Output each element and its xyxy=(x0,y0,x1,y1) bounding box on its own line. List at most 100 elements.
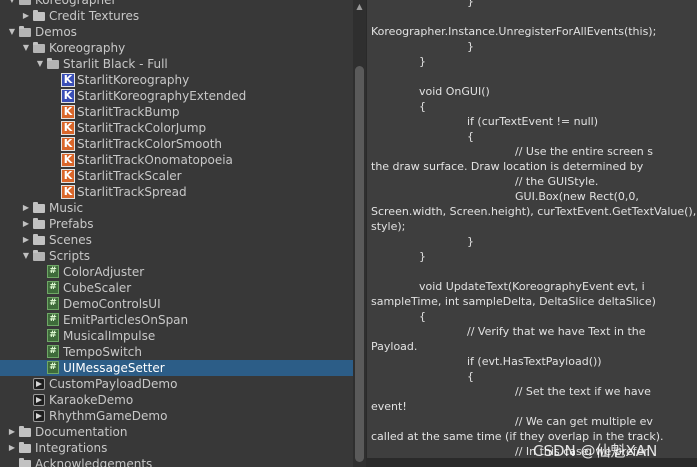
folder-open-icon xyxy=(33,250,45,261)
tree-row[interactable]: # ColorAdjuster xyxy=(0,264,353,280)
tree-item-label: Koreographer xyxy=(35,0,117,7)
tree-row[interactable]: K StarlitTrackOnomatopoeia xyxy=(0,152,353,168)
code-line: { xyxy=(419,310,426,323)
collapse-arrow-right-icon[interactable]: ▶ xyxy=(7,440,17,456)
tree-row[interactable]: # MusicalImpulse xyxy=(0,328,353,344)
tree-row[interactable]: # CubeScaler xyxy=(0,280,353,296)
code-line: // the GUIStyle. xyxy=(515,175,599,188)
tree-row[interactable]: Acknowledgements xyxy=(0,456,353,467)
koreography-track-icon: K xyxy=(61,121,75,135)
koreography-track-icon: K xyxy=(61,137,75,151)
tree-item-label: StarlitTrackOnomatopoeia xyxy=(77,153,233,167)
folder-open-icon xyxy=(33,42,45,53)
expand-arrow-down-icon[interactable]: ▼ xyxy=(7,24,17,40)
tree-item-label: Documentation xyxy=(35,425,128,439)
folder-icon xyxy=(33,234,45,245)
scroll-up-arrow-icon[interactable]: ▲ xyxy=(353,0,366,14)
tree-item-label: StarlitKoreography xyxy=(77,73,190,87)
csharp-script-icon: # xyxy=(47,265,59,278)
code-line: { xyxy=(467,130,474,143)
code-line: Payload. xyxy=(371,340,418,353)
tree-scrollbar-thumb[interactable] xyxy=(355,66,364,462)
tree-row[interactable]: # DemoControlsUI xyxy=(0,296,353,312)
tree-row[interactable]: ▼ Scripts xyxy=(0,248,353,264)
tree-item-label: Acknowledgements xyxy=(35,457,153,467)
collapse-arrow-right-icon[interactable]: ▶ xyxy=(21,232,31,248)
tree-row[interactable]: RhythmGameDemo xyxy=(0,408,353,424)
expand-arrow-down-icon[interactable]: ▼ xyxy=(35,56,45,72)
tree-row[interactable]: ▼ Koreography xyxy=(0,40,353,56)
tree-row[interactable]: ▶ Scenes xyxy=(0,232,353,248)
folder-icon xyxy=(33,10,45,21)
tree-row[interactable]: ▼ Demos xyxy=(0,24,353,40)
tree-row[interactable]: ▶ Credit Textures xyxy=(0,8,353,24)
code-line: sampleTime, int sampleDelta, DeltaSlice … xyxy=(371,295,656,308)
koreography-track-icon: K xyxy=(61,185,75,199)
tree-item-label: StarlitTrackColorJump xyxy=(77,121,207,135)
tree-row[interactable]: # TempoSwitch xyxy=(0,344,353,360)
code-line: event! xyxy=(371,400,407,413)
tree-row[interactable]: K StarlitTrackScaler xyxy=(0,168,353,184)
tree-row[interactable]: K StarlitTrackBump xyxy=(0,104,353,120)
tree-row[interactable]: K StarlitTrackColorJump xyxy=(0,120,353,136)
tree-item-label: RhythmGameDemo xyxy=(49,409,168,423)
collapse-arrow-right-icon[interactable]: ▶ xyxy=(7,424,17,440)
collapse-arrow-right-icon[interactable]: ▶ xyxy=(21,200,31,216)
tree-row[interactable]: K StarlitTrackColorSmooth xyxy=(0,136,353,152)
tree-item-label: TempoSwitch xyxy=(63,345,142,359)
tree-row[interactable]: K StarlitKoreographyExtended xyxy=(0,88,353,104)
watermark: CSDN @仙魁XAN xyxy=(533,442,658,460)
tree-row[interactable]: CustomPayloadDemo xyxy=(0,376,353,392)
tree-row[interactable]: ▼ Koreographer xyxy=(0,0,353,8)
code-line: } xyxy=(467,235,474,248)
code-editor-panel[interactable]: } Koreographer.Instance.UnregisterForAllE… xyxy=(366,0,697,467)
code-line: void UpdateText(KoreographyEvent evt, i xyxy=(419,280,645,293)
code-line: GUI.Box(new Rect(0,0, xyxy=(515,190,639,203)
code-line: if (evt.HasTextPayload()) xyxy=(467,355,602,368)
tree-item-label: Credit Textures xyxy=(49,9,140,23)
csharp-script-icon: # xyxy=(47,313,59,326)
tree-item-label: Koreography xyxy=(49,41,126,55)
tree-row[interactable]: KaraokeDemo xyxy=(0,392,353,408)
folder-icon xyxy=(19,458,31,467)
koreography-track-icon: K xyxy=(61,169,75,183)
tree-item-label: CustomPayloadDemo xyxy=(49,377,178,391)
tree-row[interactable]: ▶ Documentation xyxy=(0,424,353,440)
collapse-arrow-right-icon[interactable]: ▶ xyxy=(21,8,31,24)
code-line: } xyxy=(419,55,426,68)
folder-icon xyxy=(33,202,45,213)
expand-arrow-down-icon[interactable]: ▼ xyxy=(21,248,31,264)
tree-item-label: Music xyxy=(49,201,84,215)
koreography-asset-icon: K xyxy=(61,73,75,87)
tree-row[interactable]: K StarlitKoreography xyxy=(0,72,353,88)
code-line: } xyxy=(467,0,474,8)
tree-row[interactable]: # EmitParticlesOnSpan xyxy=(0,312,353,328)
tree-row[interactable]: # UIMessageSetter xyxy=(0,360,353,376)
code-line: Screen.width, Screen.height), curTextEve… xyxy=(371,205,697,218)
koreography-track-icon: K xyxy=(61,153,75,167)
code-line: void OnGUI() xyxy=(419,85,490,98)
csharp-script-icon: # xyxy=(47,281,59,294)
tree-item-label: UIMessageSetter xyxy=(63,361,165,375)
code-line: { xyxy=(467,370,474,383)
tree-item-label: Demos xyxy=(35,25,77,39)
tree-row[interactable]: ▶ Integrations xyxy=(0,440,353,456)
collapse-arrow-right-icon[interactable]: ▶ xyxy=(21,216,31,232)
code-line: // Use the entire screen s xyxy=(515,145,653,158)
tree-row[interactable]: ▶ Prefabs xyxy=(0,216,353,232)
tree-item-label: KaraokeDemo xyxy=(49,393,134,407)
tree-item-label: ColorAdjuster xyxy=(63,265,145,279)
expand-arrow-down-icon[interactable]: ▼ xyxy=(7,0,17,8)
code-line: the draw surface. Draw location is deter… xyxy=(371,160,644,173)
unity-scene-icon xyxy=(33,378,45,390)
tree-item-label: Integrations xyxy=(35,441,108,455)
koreography-asset-icon: K xyxy=(61,89,75,103)
code-line: // Verify that we have Text in the xyxy=(467,325,646,338)
tree-row[interactable]: K StarlitTrackSpread xyxy=(0,184,353,200)
tree-item-label: Prefabs xyxy=(49,217,94,231)
tree-row[interactable]: ▶ Music xyxy=(0,200,353,216)
tree-row[interactable]: ▼ Starlit Black - Full xyxy=(0,56,353,72)
code-line: if (curTextEvent != null) xyxy=(467,115,598,128)
tree-item-label: StarlitKoreographyExtended xyxy=(77,89,247,103)
expand-arrow-down-icon[interactable]: ▼ xyxy=(21,40,31,56)
